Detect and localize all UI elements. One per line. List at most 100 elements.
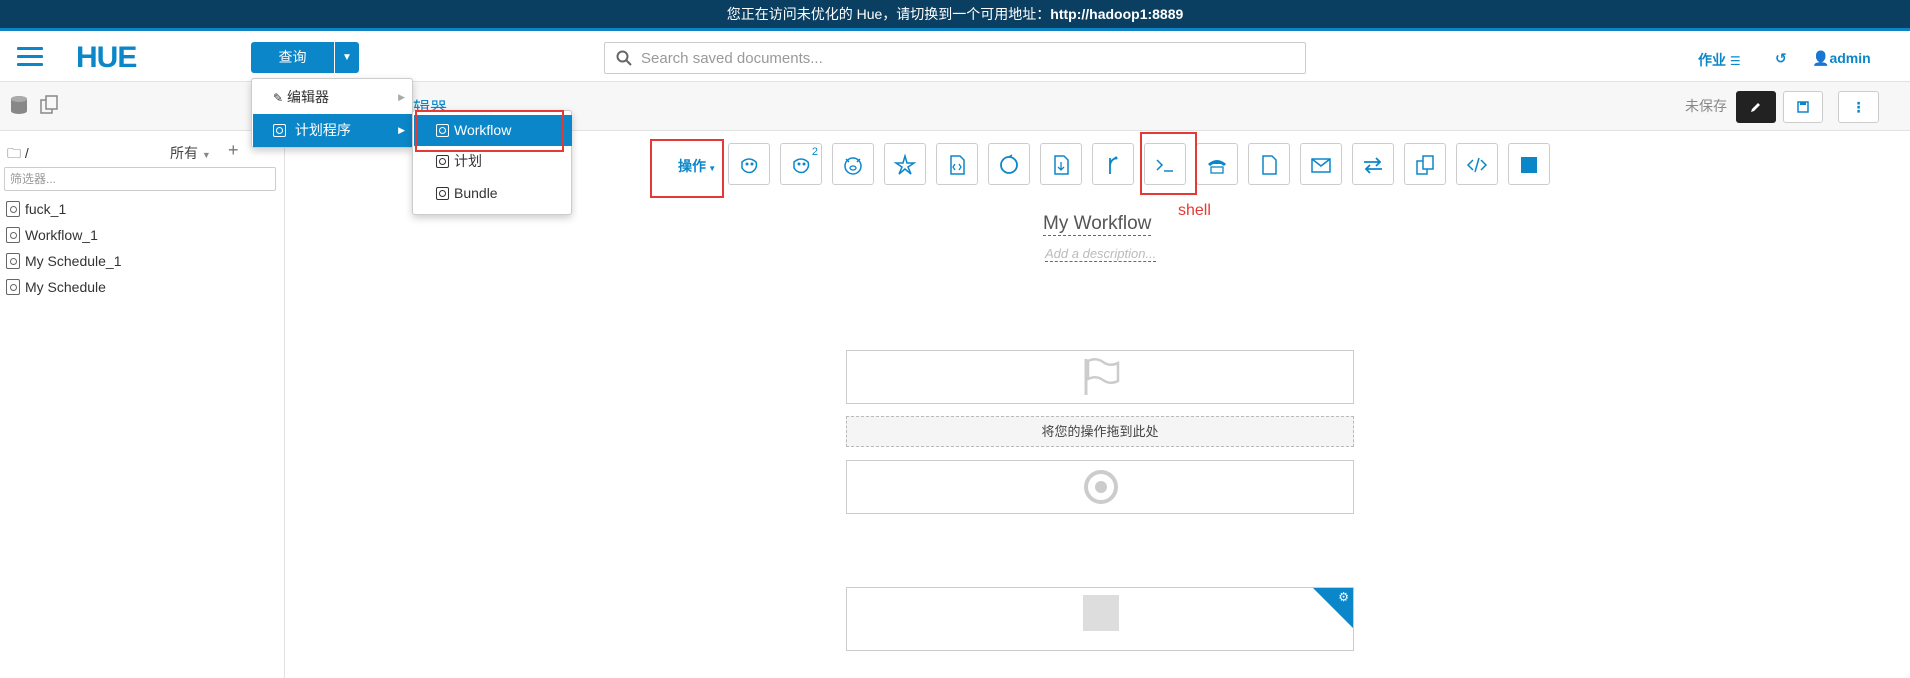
workflow-name[interactable]: My Workflow bbox=[1043, 213, 1152, 236]
action-kill[interactable] bbox=[1508, 143, 1550, 185]
query-button[interactable]: 查询 bbox=[251, 42, 334, 73]
end-node bbox=[846, 460, 1354, 514]
edit-button[interactable] bbox=[1736, 91, 1776, 123]
banner-url[interactable]: http://hadoop1:8889 bbox=[1050, 6, 1183, 22]
kill-icon bbox=[1521, 157, 1537, 173]
flag-icon bbox=[1084, 358, 1120, 395]
filter-all-label: 所有 bbox=[170, 145, 198, 161]
menu-item-scheduler[interactable]: 计划程序 ▶ bbox=[253, 114, 413, 147]
actions-dropdown[interactable]: 操作 ▼ bbox=[678, 156, 716, 176]
sqoop-icon bbox=[1000, 154, 1018, 174]
pencil-icon bbox=[1751, 103, 1760, 112]
user-menu[interactable]: 👤admin bbox=[1812, 50, 1871, 67]
documents-icon[interactable] bbox=[39, 95, 59, 120]
generic-icon bbox=[1466, 157, 1488, 173]
chevron-right-icon: ▶ bbox=[398, 92, 405, 102]
more-options-button[interactable]: ⋮ bbox=[1838, 91, 1879, 123]
document-item[interactable]: fuck_1 bbox=[6, 198, 66, 220]
filter-all-dropdown[interactable]: 所有 ▼ bbox=[170, 143, 211, 163]
schedule-doc-icon bbox=[6, 279, 20, 295]
query-dropdown-caret-icon[interactable]: ▼ bbox=[335, 42, 359, 73]
document-item[interactable]: Workflow_1 bbox=[6, 224, 98, 246]
workflow-doc-icon bbox=[6, 227, 20, 243]
pig-icon bbox=[844, 157, 862, 175]
workflow-description[interactable]: Add a description... bbox=[1045, 246, 1157, 262]
action-sqoop[interactable] bbox=[988, 143, 1030, 185]
action-spark[interactable] bbox=[884, 143, 926, 185]
action-java[interactable] bbox=[936, 143, 978, 185]
editor-icon: ✎ bbox=[273, 91, 284, 105]
top-navbar: HUE 查询 ▼ Search saved documents... 作业 ☰ … bbox=[0, 31, 1910, 82]
chevron-right-icon: ▶ bbox=[398, 125, 405, 135]
schedule-icon bbox=[436, 155, 449, 168]
scheduler-submenu: Workflow 计划 Bundle bbox=[412, 110, 572, 215]
search-placeholder: Search saved documents... bbox=[641, 50, 823, 67]
query-dropdown-menu: ✎ 编辑器 ▶ 计划程序 ▶ bbox=[251, 78, 413, 148]
document-item[interactable]: My Schedule bbox=[6, 276, 106, 298]
folder-path[interactable]: 🗀 / bbox=[7, 143, 29, 167]
hamburger-menu-icon[interactable] bbox=[17, 47, 43, 67]
end-target-icon bbox=[1084, 470, 1118, 504]
action-hive2[interactable]: 2 bbox=[780, 143, 822, 185]
submenu-item-workflow[interactable]: Workflow bbox=[414, 115, 572, 146]
scheduler-icon bbox=[273, 124, 286, 137]
hive-icon bbox=[741, 158, 758, 174]
action-mapreduce[interactable] bbox=[1040, 143, 1082, 185]
unsaved-status: 未保存 bbox=[1685, 98, 1727, 114]
add-document-icon[interactable]: + bbox=[228, 140, 239, 161]
subworkflow-icon bbox=[1109, 156, 1118, 174]
distcp-icon bbox=[1416, 155, 1434, 175]
gears-icon[interactable]: ⚙ bbox=[1338, 590, 1349, 604]
filter-input[interactable]: 筛选器... bbox=[4, 167, 276, 191]
action-subworkflow[interactable] bbox=[1092, 143, 1134, 185]
jobs-icon: ☰ bbox=[1729, 54, 1741, 68]
save-button[interactable] bbox=[1783, 91, 1823, 123]
warning-banner: 您正在访问未优化的 Hue，请切换到一个可用地址：http://hadoop1:… bbox=[0, 0, 1910, 31]
jobs-link[interactable]: 作业 ☰ bbox=[1698, 50, 1741, 70]
save-icon bbox=[1797, 101, 1809, 113]
ssh-icon bbox=[1208, 160, 1226, 174]
submenu-item-bundle[interactable]: Bundle bbox=[414, 178, 572, 209]
document-item[interactable]: My Schedule_1 bbox=[6, 250, 122, 272]
menu-item-editor[interactable]: ✎ 编辑器 ▶ bbox=[253, 81, 413, 114]
hue-logo[interactable]: HUE bbox=[76, 41, 137, 75]
hive2-badge: 2 bbox=[811, 146, 818, 158]
database-icon[interactable] bbox=[10, 95, 28, 120]
action-fs[interactable] bbox=[1248, 143, 1290, 185]
shell-icon bbox=[1156, 159, 1173, 172]
streaming-icon bbox=[1364, 157, 1382, 174]
action-drop-zone[interactable]: 将您的操作拖到此处 bbox=[846, 416, 1354, 447]
document-browser-panel: 🗀 / 所有 ▼ + 筛选器... fuck_1 Workflow_1 My S… bbox=[0, 131, 285, 678]
search-input[interactable]: Search saved documents... bbox=[604, 42, 1306, 74]
kill-square-icon bbox=[1083, 595, 1119, 631]
shell-annotation: shell bbox=[1178, 202, 1211, 219]
user-icon: 👤 bbox=[1812, 50, 1830, 66]
workflow-doc-icon bbox=[6, 201, 20, 217]
action-pig[interactable] bbox=[832, 143, 874, 185]
hive2-icon bbox=[793, 158, 810, 174]
java-icon bbox=[950, 155, 965, 175]
action-shell[interactable] bbox=[1144, 143, 1186, 185]
email-icon bbox=[1311, 158, 1331, 173]
action-generic[interactable] bbox=[1456, 143, 1498, 185]
action-hive[interactable] bbox=[728, 143, 770, 185]
bundle-icon bbox=[436, 187, 449, 200]
fs-icon bbox=[1262, 155, 1277, 175]
folder-icon: 🗀 bbox=[7, 145, 21, 161]
action-streaming[interactable] bbox=[1352, 143, 1394, 185]
spark-icon bbox=[893, 153, 917, 175]
submenu-item-schedule[interactable]: 计划 bbox=[414, 146, 572, 177]
mapreduce-icon bbox=[1054, 155, 1069, 175]
folder-path-text: / bbox=[24, 145, 29, 161]
start-node bbox=[846, 350, 1354, 404]
action-distcp[interactable] bbox=[1404, 143, 1446, 185]
jobs-label: 作业 bbox=[1698, 52, 1726, 68]
history-icon[interactable]: ↺ bbox=[1775, 50, 1787, 67]
action-email[interactable] bbox=[1300, 143, 1342, 185]
caret-down-icon: ▼ bbox=[201, 150, 211, 160]
banner-text: 您正在访问未优化的 Hue，请切换到一个可用地址： bbox=[726, 6, 1051, 22]
action-ssh[interactable] bbox=[1196, 143, 1238, 185]
caret-down-icon: ▼ bbox=[706, 164, 717, 173]
search-icon bbox=[616, 50, 632, 66]
kebab-icon: ⋮ bbox=[1851, 99, 1866, 115]
